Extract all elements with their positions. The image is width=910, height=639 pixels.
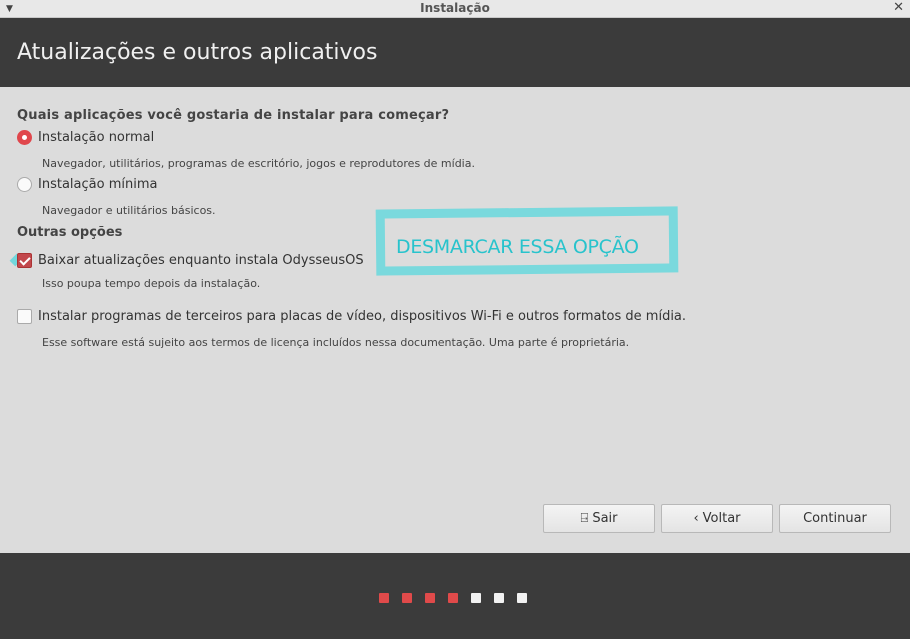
footer bbox=[0, 553, 910, 639]
minimal-install-description: Navegador e utilitários básicos. bbox=[42, 204, 216, 217]
minimal-install-radio[interactable] bbox=[17, 177, 32, 192]
annotation-text: DESMARCAR ESSA OPÇÃO bbox=[396, 236, 639, 258]
progress-step-dot bbox=[471, 593, 481, 603]
progress-step-dot bbox=[402, 593, 412, 603]
chevron-left-icon: ‹ bbox=[693, 511, 699, 526]
progress-step-dot bbox=[425, 593, 435, 603]
progress-step-dot bbox=[448, 593, 458, 603]
exit-door-icon: ⍈ bbox=[580, 511, 589, 526]
progress-step-dot bbox=[494, 593, 504, 603]
title-bar: ▼ Instalação ✕ bbox=[0, 0, 910, 18]
window-title: Instalação bbox=[420, 1, 490, 15]
download-updates-label: Baixar atualizações enquanto instala Ody… bbox=[38, 253, 364, 268]
back-button[interactable]: ‹ Voltar bbox=[661, 504, 773, 533]
option-download-updates[interactable]: Baixar atualizações enquanto instala Ody… bbox=[9, 253, 364, 268]
install-question: Quais aplicações você gostaria de instal… bbox=[17, 108, 450, 123]
quit-button[interactable]: ⍈ Sair bbox=[543, 504, 655, 533]
option-third-party[interactable]: Instalar programas de terceiros para pla… bbox=[17, 309, 686, 324]
continue-button[interactable]: Continuar bbox=[779, 504, 891, 533]
normal-install-label: Instalação normal bbox=[38, 130, 155, 145]
main-content: Quais aplicações você gostaria de instal… bbox=[0, 87, 910, 553]
close-icon[interactable]: ✕ bbox=[893, 0, 904, 15]
option-minimal-install[interactable]: Instalação mínima bbox=[17, 177, 157, 192]
minimal-install-label: Instalação mínima bbox=[38, 177, 158, 192]
option-normal-install[interactable]: Instalação normal bbox=[17, 130, 154, 145]
third-party-description: Esse software está sujeito aos termos de… bbox=[42, 336, 630, 349]
normal-install-radio[interactable] bbox=[17, 130, 32, 145]
other-options-title: Outras opções bbox=[17, 225, 123, 240]
quit-button-label: Sair bbox=[592, 511, 618, 526]
download-updates-checkbox[interactable] bbox=[17, 253, 32, 268]
progress-indicator bbox=[379, 593, 540, 603]
progress-step-dot bbox=[517, 593, 527, 603]
page-header: Atualizações e outros aplicativos bbox=[0, 18, 910, 87]
normal-install-description: Navegador, utilitários, programas de esc… bbox=[42, 157, 475, 170]
annotation-box: DESMARCAR ESSA OPÇÃO bbox=[375, 206, 679, 276]
third-party-label: Instalar programas de terceiros para pla… bbox=[38, 309, 687, 324]
download-updates-description: Isso poupa tempo depois da instalação. bbox=[42, 277, 261, 290]
progress-step-dot bbox=[379, 593, 389, 603]
third-party-checkbox[interactable] bbox=[17, 309, 32, 324]
back-button-label: Voltar bbox=[702, 511, 741, 526]
continue-button-label: Continuar bbox=[803, 511, 867, 526]
page-title: Atualizações e outros aplicativos bbox=[17, 40, 378, 65]
